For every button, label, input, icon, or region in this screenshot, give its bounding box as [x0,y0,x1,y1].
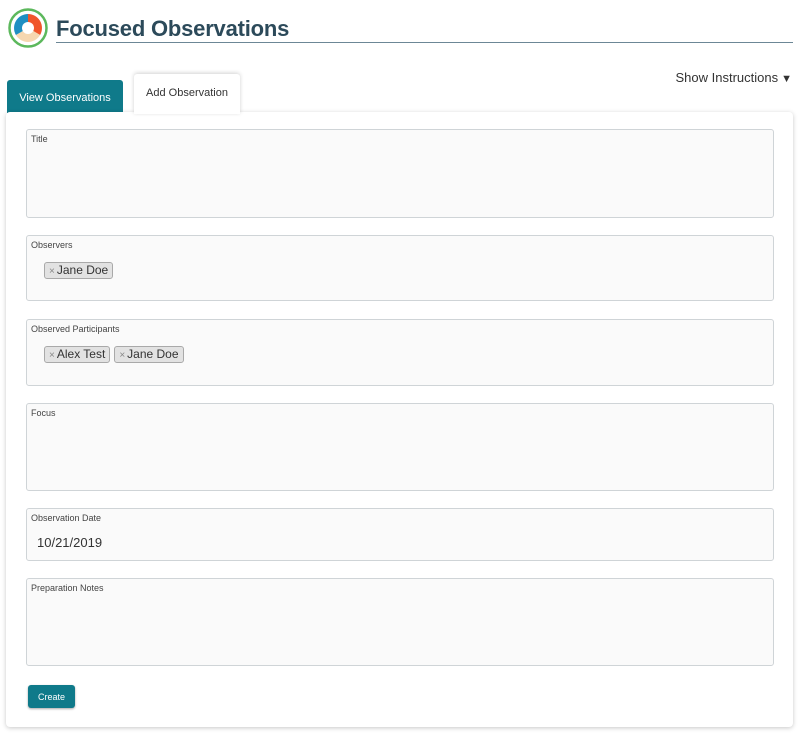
observation-date-field[interactable]: Observation Date 10/21/2019 [26,508,774,561]
page-title: Focused Observations [56,16,290,41]
caret-down-icon: ▼ [781,73,792,85]
observer-tag: × Jane Doe [44,262,114,279]
tab-view-observations[interactable]: View Observations [7,80,123,113]
remove-tag-icon[interactable]: × [119,350,125,361]
preparation-notes-field[interactable]: Preparation Notes [26,578,774,666]
observer-tag-label: Jane Doe [56,263,109,277]
app-header: Focused Observations [8,8,794,48]
focus-field[interactable]: Focus [26,403,774,491]
focus-label: Focus [31,408,56,418]
title-label: Title [31,134,48,144]
observers-tags: × Jane Doe [44,261,117,279]
title-field[interactable]: Title [26,129,774,218]
participant-tag: × Jane Doe [114,346,184,363]
app-logo-icon [8,8,48,48]
observation-date-label: Observation Date [31,513,102,523]
preparation-notes-label: Preparation Notes [31,583,104,593]
create-button[interactable]: Create [28,685,75,708]
observers-label: Observers [31,240,73,250]
add-observation-panel: Title Observers × Jane Doe Observed Parti… [6,112,793,727]
observation-date-value: 10/21/2019 [37,535,103,550]
participants-tags: × Alex Test × Jane Doe [44,345,188,363]
participant-tag-label: Jane Doe [127,347,179,361]
title-divider [56,42,793,43]
tab-add-observation[interactable]: Add Observation [134,74,240,114]
observed-participants-field[interactable]: Observed Participants × Alex Test × Jane Do… [26,319,774,386]
participant-tag-label: Alex Test [56,347,106,361]
observers-field[interactable]: Observers × Jane Doe [26,235,774,301]
observed-participants-label: Observed Participants [31,324,120,334]
show-instructions-toggle[interactable]: Show Instructions ▼ [676,70,793,85]
show-instructions-label: Show Instructions [675,70,779,85]
remove-tag-icon[interactable]: × [49,266,55,277]
participant-tag: × Alex Test [44,346,111,363]
remove-tag-icon[interactable]: × [49,350,55,361]
page: Focused Observations Show Instructions ▼ … [0,0,800,735]
